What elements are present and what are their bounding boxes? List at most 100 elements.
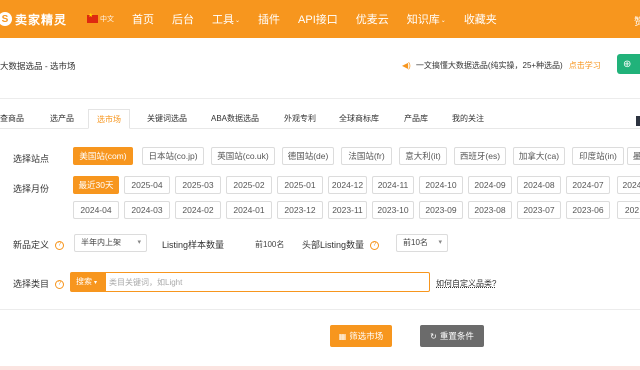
nav-item[interactable]: API接口 bbox=[298, 11, 338, 27]
top-nav: S 卖家精灵 中文 首页 后台 工具⌄ 插件 API接口 优麦云 知识库⌄ 收藏夹 赞 bbox=[0, 0, 640, 38]
bottom-strip bbox=[0, 366, 640, 370]
nav-item-label: 后台 bbox=[172, 14, 195, 26]
option-chip[interactable]: 西班牙(es) bbox=[454, 147, 506, 165]
custom-category-link[interactable]: 如何自定义品类? bbox=[436, 278, 496, 289]
option-chip[interactable]: 2023-10 bbox=[372, 201, 414, 219]
option-chip[interactable]: 2024-10 bbox=[419, 176, 463, 194]
tab[interactable]: 外观专利 bbox=[284, 109, 316, 129]
nav-item[interactable]: 首页 bbox=[132, 11, 154, 27]
tab-bar: 查商品 选产品 选市场 关键词选品 ABA数据选品 外观专利 全球商标库 产品库 我的关注 bbox=[0, 109, 640, 129]
chevron-down-icon: ▾ bbox=[137, 239, 141, 246]
option-chip[interactable]: 德国站(de) bbox=[282, 147, 334, 165]
china-flag-icon[interactable] bbox=[87, 12, 99, 23]
tab[interactable]: 产品库 bbox=[404, 109, 428, 129]
site-label: 选择站点 bbox=[13, 154, 50, 164]
help-icon[interactable]: ? bbox=[370, 241, 380, 251]
tip-text: 一文搞懂大数据选品(纯实操，25+种选品) bbox=[415, 61, 563, 70]
tab[interactable]: 选市场 bbox=[88, 109, 130, 129]
tab[interactable]: 全球商标库 bbox=[339, 109, 379, 129]
new-product-label-text: 新品定义 bbox=[13, 240, 50, 250]
option-chip[interactable]: 2024-11 bbox=[372, 176, 414, 194]
option-chip[interactable]: 2023-11 bbox=[328, 201, 367, 219]
new-product-value: 半年内上架 bbox=[81, 238, 121, 247]
option-chip[interactable]: 2024-02 bbox=[175, 201, 221, 219]
nav-item[interactable]: 后台 bbox=[172, 11, 194, 27]
sample-size-value[interactable]: 前100名 bbox=[255, 239, 284, 250]
new-product-select[interactable]: 半年内上架 ▾ bbox=[74, 234, 147, 252]
head-listing-value: 前10名 bbox=[403, 238, 428, 247]
tab[interactable]: ABA数据选品 bbox=[211, 109, 259, 129]
option-chip[interactable]: 墨 bbox=[627, 147, 640, 165]
option-chip[interactable]: 美国站(com) bbox=[73, 147, 133, 165]
option-chip[interactable]: 2024 bbox=[617, 176, 640, 194]
option-chip[interactable]: 2023-06 bbox=[566, 201, 610, 219]
option-chip[interactable]: 英国站(co.uk) bbox=[211, 147, 275, 165]
chevron-down-icon: ▾ bbox=[438, 239, 442, 246]
divider bbox=[0, 309, 640, 310]
option-chip[interactable]: 2025-01 bbox=[277, 176, 323, 194]
category-label-text: 选择类目 bbox=[13, 279, 50, 289]
speaker-icon: ◀) bbox=[402, 61, 411, 70]
chevron-down-icon: ⌄ bbox=[440, 17, 446, 24]
nav-item-label: 优麦云 bbox=[355, 14, 389, 26]
option-chip[interactable]: 意大利(it) bbox=[399, 147, 447, 165]
reset-label: 重置条件 bbox=[439, 331, 474, 341]
nav-item[interactable]: 优麦云 bbox=[356, 11, 389, 27]
option-chip[interactable]: 法国站(fr) bbox=[341, 147, 392, 165]
tip-banner: ◀) 一文搞懂大数据选品(纯实操，25+种选品) 点击学习 bbox=[402, 60, 601, 71]
nav-item[interactable]: 插件 bbox=[258, 11, 280, 27]
option-chip[interactable]: 2024-04 bbox=[73, 201, 119, 219]
option-chip[interactable]: 2023-08 bbox=[468, 201, 512, 219]
filter-market-button[interactable]: ▦ 筛选市场 bbox=[330, 325, 392, 347]
sample-size-label: Listing样本数量 bbox=[162, 240, 225, 250]
tab[interactable]: 选产品 bbox=[50, 109, 74, 129]
option-chip[interactable]: 2024-01 bbox=[226, 201, 272, 219]
nav-user-text[interactable]: 赞 bbox=[634, 13, 640, 28]
option-chip[interactable]: 2023-12 bbox=[277, 201, 323, 219]
tab[interactable]: 我的关注 bbox=[452, 109, 484, 129]
nav-item[interactable]: 知识库⌄ bbox=[407, 11, 446, 27]
tab[interactable]: 关键词选品 bbox=[147, 109, 187, 129]
option-chip[interactable]: 202 bbox=[617, 201, 640, 219]
option-chip[interactable]: 日本站(co.jp) bbox=[142, 147, 204, 165]
option-chip[interactable]: 2025-04 bbox=[124, 176, 170, 194]
option-chip[interactable]: 2023-09 bbox=[419, 201, 463, 219]
option-chip[interactable]: 2024-12 bbox=[328, 176, 367, 194]
nav-item[interactable]: 收藏夹 bbox=[464, 11, 497, 27]
option-chip[interactable]: 2025-03 bbox=[175, 176, 221, 194]
option-chip[interactable]: 2025-02 bbox=[226, 176, 272, 194]
option-chip[interactable]: 2024-07 bbox=[566, 176, 610, 194]
nav-item-label: 首页 bbox=[132, 14, 155, 26]
category-label: 选择类目? bbox=[13, 277, 65, 290]
search-type-label: 搜索 bbox=[76, 277, 92, 286]
option-chip[interactable]: 印度站(in) bbox=[572, 147, 624, 165]
tip-learn-link[interactable]: 点击学习 bbox=[569, 60, 601, 71]
nav-item-label: 插件 bbox=[258, 14, 281, 26]
help-icon[interactable]: ? bbox=[55, 280, 65, 290]
nav-item[interactable]: 工具⌄ bbox=[212, 11, 240, 27]
side-handle[interactable] bbox=[636, 116, 640, 126]
search-type-select[interactable]: 搜索 ▾ bbox=[71, 273, 106, 291]
add-button[interactable]: ⊕ bbox=[617, 54, 640, 74]
option-chip[interactable]: 2024-03 bbox=[124, 201, 170, 219]
category-search-input[interactable] bbox=[109, 273, 427, 291]
head-listing-select[interactable]: 前10名 ▾ bbox=[396, 234, 448, 252]
option-chip[interactable]: 加拿大(ca) bbox=[513, 147, 565, 165]
option-chip[interactable]: 最近30天 bbox=[73, 176, 119, 194]
option-chip[interactable]: 2023-07 bbox=[517, 201, 561, 219]
filter-icon: ▦ bbox=[338, 331, 347, 341]
language-label[interactable]: 中文 bbox=[100, 14, 114, 24]
nav-item-label: API接口 bbox=[298, 14, 338, 26]
option-chip[interactable]: 2024-09 bbox=[468, 176, 512, 194]
plus-circle-icon: ⊕ bbox=[623, 58, 632, 70]
head-listing-label: 头部Listing数量? bbox=[302, 238, 380, 251]
brand-logo[interactable]: S 卖家精灵 bbox=[0, 11, 67, 28]
reset-button[interactable]: ↻ 重置条件 bbox=[420, 325, 484, 347]
brand-name: 卖家精灵 bbox=[15, 12, 68, 27]
chevron-down-icon: ▾ bbox=[94, 280, 98, 286]
tab[interactable]: 查商品 bbox=[0, 109, 24, 129]
nav-item-label: 知识库 bbox=[406, 14, 440, 26]
help-icon[interactable]: ? bbox=[55, 241, 65, 251]
nav-item-label: 收藏夹 bbox=[463, 14, 497, 26]
option-chip[interactable]: 2024-08 bbox=[517, 176, 561, 194]
